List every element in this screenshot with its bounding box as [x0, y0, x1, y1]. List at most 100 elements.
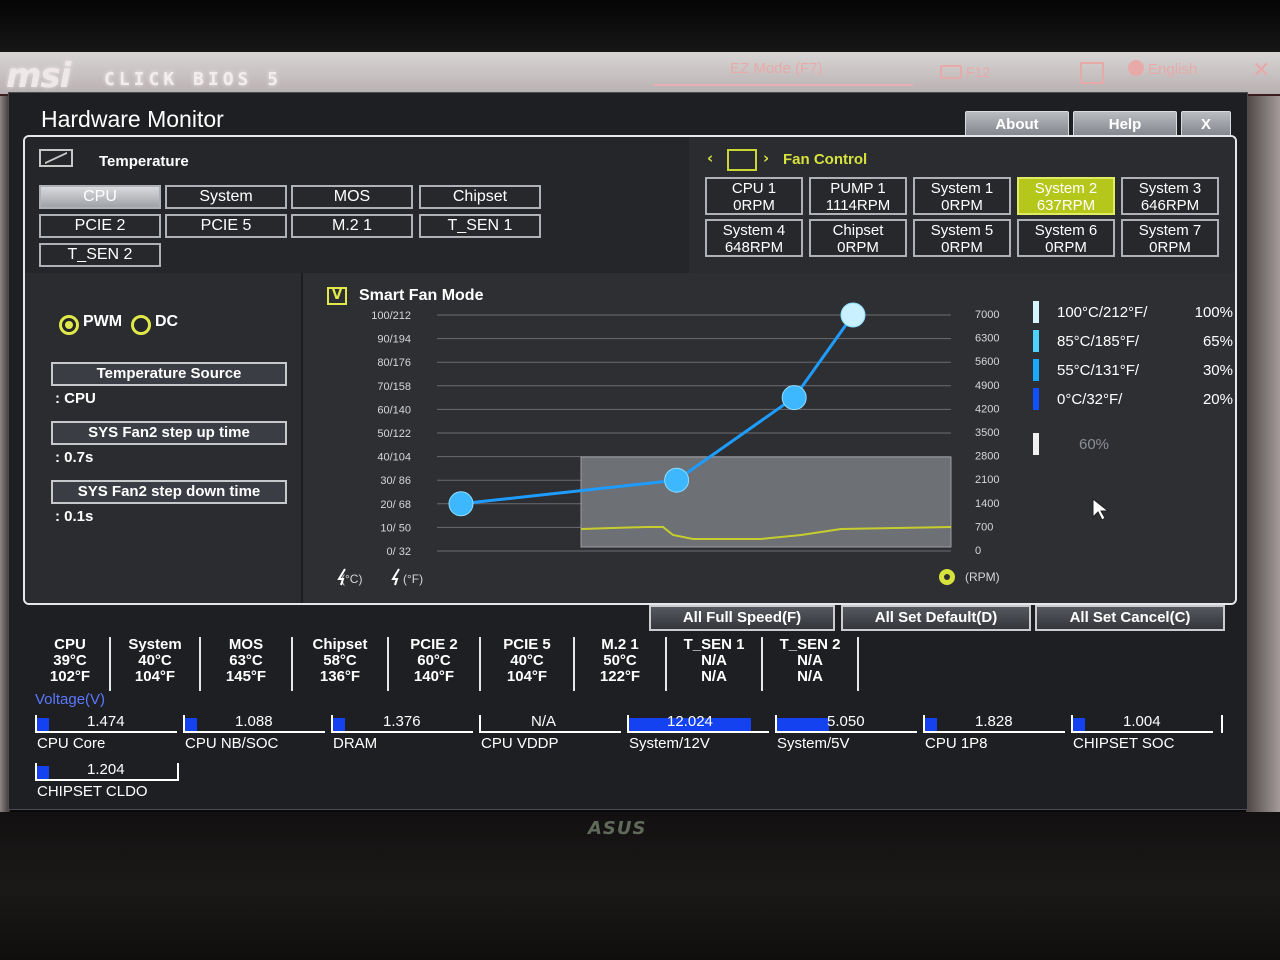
current-duty-swatch	[1033, 433, 1039, 455]
step-up-time-button[interactable]: SYS Fan2 step up time	[51, 421, 287, 445]
fan-curve-graph[interactable]: 100/212 90/194 80/176 70/158 60/140 50/122 40/…	[301, 273, 1235, 605]
sensor-chipset: Chipset 58°C 136°F	[293, 637, 389, 691]
voltage-label: CHIPSET SOC	[1073, 735, 1175, 752]
voltage-label: CPU 1P8	[925, 735, 988, 752]
legend-temperature: 0°C/32°F/	[1057, 391, 1123, 408]
y-left-tick-label: 60/140	[377, 404, 411, 416]
temp-source-tsen2[interactable]: T_SEN 2	[39, 243, 161, 267]
fan-system2-button[interactable]: System 2 637RPM	[1017, 177, 1115, 215]
temp-source-chipset[interactable]: Chipset	[419, 185, 541, 209]
fahrenheit-unit-label: (°F)	[403, 572, 423, 586]
language-label: English	[1148, 61, 1198, 78]
fan-curve-point[interactable]	[664, 467, 690, 493]
fan-system3-button[interactable]: System 3 646RPM	[1121, 177, 1219, 215]
legend-percent: 20%	[1203, 391, 1233, 408]
voltage-value: 1.376	[383, 713, 421, 730]
fan-curve-point[interactable]	[781, 385, 807, 411]
about-button[interactable]: About	[965, 111, 1069, 138]
fan-system4-button[interactable]: System 4 648RPM	[705, 219, 803, 257]
y-right-tick-label: 3500	[975, 427, 999, 439]
y-right-tick-label: 6300	[975, 333, 999, 345]
voltage-label: DRAM	[333, 735, 378, 752]
sensor-celsius: N/A	[701, 652, 727, 669]
fan-rpm: 0RPM	[941, 239, 983, 256]
temp-source-cpu[interactable]: CPU	[39, 185, 161, 209]
fan-prev-icon[interactable]: ‹	[707, 149, 713, 167]
step-down-time-button[interactable]: SYS Fan2 step down time	[51, 480, 287, 504]
legend-percent: 30%	[1203, 362, 1233, 379]
language-button[interactable]: English	[1128, 60, 1197, 78]
sensor-fahrenheit: N/A	[701, 668, 727, 685]
sensor-fahrenheit: 140°F	[413, 668, 455, 685]
sensor-tsen1: T_SEN 1 N/A N/A	[667, 637, 763, 691]
hardware-monitor-window: Hardware Monitor About Help X Temperatur…	[8, 92, 1248, 810]
sensor-name: CPU	[54, 636, 86, 653]
voltage-bar-fill	[925, 718, 938, 731]
temp-source-pcie5[interactable]: PCIE 5	[165, 214, 287, 238]
y-left-tick-label: 0/ 32	[387, 546, 411, 558]
search-icon[interactable]	[1080, 62, 1104, 84]
y-right-tick-label: 5600	[975, 356, 999, 368]
fan-rpm: 648RPM	[724, 239, 784, 256]
screenshot-button[interactable]: F12	[940, 64, 990, 80]
fan-chipset-button[interactable]: Chipset 0RPM	[809, 219, 907, 257]
y-right-tick-label: 1400	[975, 498, 999, 510]
fan-name: PUMP 1	[830, 180, 886, 197]
step-down-time-value: : 0.1s	[55, 508, 94, 525]
close-button[interactable]: X	[1181, 111, 1231, 138]
fan-rpm: 0RPM	[837, 239, 879, 256]
sensor-name: System	[128, 636, 182, 653]
sensor-fahrenheit: 136°F	[319, 668, 361, 685]
voltage-value: 1.004	[1123, 713, 1161, 730]
y-right-tick-label: 2100	[975, 474, 999, 486]
mouse-cursor-icon	[1092, 497, 1110, 521]
temp-source-m2-1[interactable]: M.2 1	[291, 214, 413, 238]
monitor-panel: Temperature CPU System MOS Chipset PCIE …	[23, 135, 1237, 605]
current-duty-percent: 60%	[1079, 436, 1109, 453]
fan-rpm: 646RPM	[1140, 197, 1200, 214]
all-set-default-button[interactable]: All Set Default(D)	[841, 605, 1031, 631]
temp-source-pcie2[interactable]: PCIE 2	[39, 214, 161, 238]
fan-settings-panel: PWM DC Temperature Source : CPU SYS Fan2…	[25, 273, 301, 603]
fan-system1-button[interactable]: System 1 0RPM	[913, 177, 1011, 215]
ez-mode-button[interactable]: EZ Mode (F7)	[730, 60, 823, 77]
screenshot-icon	[940, 65, 962, 79]
fan-system7-button[interactable]: System 7 0RPM	[1121, 219, 1219, 257]
bios-close-icon[interactable]: ✕	[1252, 58, 1270, 83]
bios-top-bar: msi CLICK BIOS 5 EZ Mode (F7) F12 Englis…	[0, 52, 1280, 96]
sensor-fahrenheit: 102°F	[49, 668, 91, 685]
all-set-cancel-button[interactable]: All Set Cancel(C)	[1035, 605, 1225, 631]
fan-curve-point[interactable]	[840, 302, 866, 328]
fan-pump1-button[interactable]: PUMP 1 1114RPM	[809, 177, 907, 215]
celsius-unit-label: (°C)	[341, 572, 362, 586]
fan-name: System 2	[1034, 180, 1098, 197]
sensor-celsius: 63°C	[229, 652, 263, 669]
voltage-bar-fill	[37, 718, 49, 731]
temperature-source-button[interactable]: Temperature Source	[51, 362, 287, 386]
click-bios-logo: CLICK BIOS 5	[104, 69, 283, 90]
fan-system5-button[interactable]: System 5 0RPM	[913, 219, 1011, 257]
fan-control-section: ‹ › Fan Control CPU 1 0RPM PUMP 1 1114RPM …	[689, 137, 1235, 273]
fan-name: System 6	[1034, 222, 1098, 239]
fan-system6-button[interactable]: System 6 0RPM	[1017, 219, 1115, 257]
temp-source-mos[interactable]: MOS	[291, 185, 413, 209]
fan-control-icon	[727, 149, 757, 171]
voltage-value: N/A	[531, 713, 557, 730]
fan-cpu1-button[interactable]: CPU 1 0RPM	[705, 177, 803, 215]
voltage-value: 12.024	[667, 713, 713, 730]
temp-source-system[interactable]: System	[165, 185, 287, 209]
sensor-tsen2: T_SEN 2 N/A N/A	[763, 637, 859, 691]
dc-radio[interactable]	[131, 315, 151, 335]
dc-label: DC	[155, 313, 179, 330]
all-full-speed-button[interactable]: All Full Speed(F)	[649, 605, 835, 631]
fan-name: System 3	[1138, 180, 1202, 197]
help-button[interactable]: Help	[1073, 111, 1177, 138]
pwm-radio[interactable]	[59, 315, 79, 335]
y-right-tick-label: 700	[975, 521, 993, 533]
fan-curve-point[interactable]	[448, 491, 474, 517]
legend-swatch	[1033, 330, 1039, 352]
fan-next-icon[interactable]: ›	[763, 149, 769, 167]
voltage-value: 5.050	[827, 713, 865, 730]
y-left-tick-label: 10/ 50	[380, 522, 411, 534]
temp-source-tsen1[interactable]: T_SEN 1	[419, 214, 541, 238]
